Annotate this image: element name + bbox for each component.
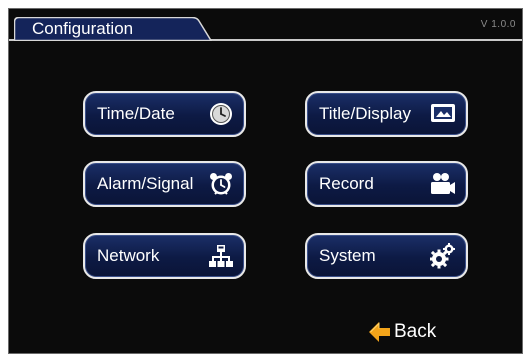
- clock-icon: [208, 101, 234, 127]
- alarm-signal-label: Alarm/Signal: [97, 174, 194, 193]
- system-label: System: [319, 246, 376, 265]
- alarm-clock-icon: [208, 171, 234, 197]
- page-title: Configuration: [32, 19, 134, 38]
- version-label: V 1.0.0: [480, 19, 516, 30]
- title-display-button[interactable]: Title/Display: [305, 91, 468, 137]
- gears-icon: [430, 243, 456, 269]
- time-date-button[interactable]: Time/Date: [83, 91, 246, 137]
- network-label: Network: [97, 246, 160, 265]
- camera-icon: [430, 171, 456, 197]
- title-display-label: Title/Display: [319, 104, 411, 123]
- network-icon: [208, 243, 234, 269]
- network-button[interactable]: Network: [83, 233, 246, 279]
- monitor-icon: [430, 101, 456, 127]
- system-button[interactable]: System: [305, 233, 468, 279]
- config-screen: Configuration V 1.0.0 Time/Date Title/Di…: [8, 8, 523, 354]
- back-button[interactable]: Back: [369, 321, 436, 343]
- header-tab: Configuration: [14, 17, 219, 41]
- arrow-left-icon: [369, 321, 391, 343]
- back-label: Back: [394, 321, 437, 342]
- alarm-signal-button[interactable]: Alarm/Signal: [83, 161, 246, 207]
- record-label: Record: [319, 174, 374, 193]
- time-date-label: Time/Date: [97, 104, 175, 123]
- record-button[interactable]: Record: [305, 161, 468, 207]
